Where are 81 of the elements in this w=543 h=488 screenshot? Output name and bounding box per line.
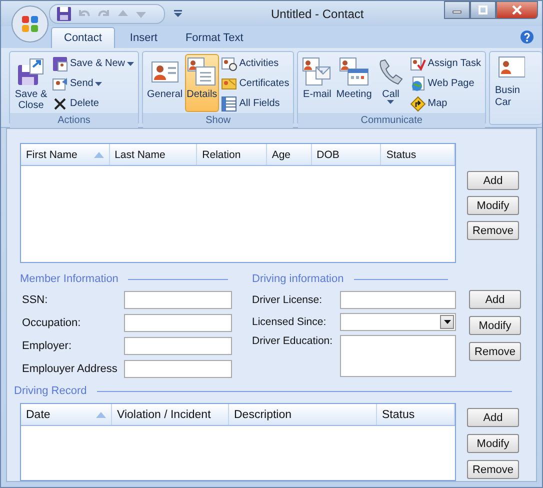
restore-button[interactable] — [470, 1, 496, 19]
close-icon — [512, 5, 522, 15]
form-button[interactable]: Remove — [467, 221, 519, 240]
field-label: Occupation: — [22, 317, 82, 329]
column-header[interactable]: Last Name — [110, 144, 198, 165]
ribbon-button[interactable]: Meeting — [334, 54, 374, 112]
form-button[interactable]: Add — [469, 290, 521, 309]
group-label: Actions — [10, 113, 138, 128]
save-icon — [16, 57, 46, 87]
form-button[interactable]: Remove — [467, 460, 519, 479]
meeting-icon — [338, 57, 369, 87]
ribbon-button[interactable]: Save & Close — [12, 54, 50, 112]
window-title: Untitled - Contact — [271, 7, 364, 21]
column-header[interactable]: Date — [21, 404, 112, 425]
text-field[interactable] — [124, 337, 232, 355]
ribbon-button[interactable]: Busin Car — [490, 52, 542, 110]
column-header[interactable]: DOB — [312, 144, 382, 165]
caret-icon — [95, 82, 102, 86]
field-label: Employer: — [22, 340, 73, 352]
form-button[interactable]: Modify — [467, 196, 519, 215]
delete-icon — [52, 96, 68, 112]
field-label: Licensed Since: — [252, 316, 328, 328]
field-label: Driver License: — [252, 294, 324, 306]
email-icon — [302, 57, 332, 87]
text-field[interactable] — [124, 360, 232, 378]
ribbon-button[interactable]: Map — [408, 94, 483, 113]
send-icon — [52, 76, 68, 92]
ribbon-button[interactable]: E-mail — [300, 54, 334, 112]
column-header[interactable]: Status — [381, 144, 455, 165]
task-icon — [410, 56, 426, 72]
ribbon-button[interactable]: General — [145, 54, 185, 112]
column-header[interactable]: First Name — [21, 144, 110, 165]
text-field[interactable] — [340, 291, 456, 309]
form-button[interactable]: Remove — [469, 342, 521, 361]
ribbon-tab[interactable]: Insert — [116, 27, 170, 48]
caret-icon — [387, 100, 394, 104]
close-button[interactable] — [496, 1, 538, 19]
ribbon-button[interactable]: Delete — [50, 94, 136, 113]
globe-icon — [410, 76, 426, 92]
group-label: Show — [143, 113, 294, 128]
sort-arrow-icon — [94, 152, 104, 158]
text-field[interactable] — [124, 291, 232, 309]
ribbon-button[interactable]: Save & New — [50, 54, 136, 73]
sort-arrow-icon — [96, 412, 106, 418]
column-header[interactable]: Status — [377, 404, 455, 425]
group-label: Communicate — [298, 113, 485, 128]
minimize-button[interactable] — [444, 1, 470, 19]
section-heading: Member Information — [20, 273, 118, 285]
field-label: SSN: — [22, 294, 49, 306]
text-area[interactable] — [340, 335, 456, 377]
ribbon-button[interactable]: Assign Task — [408, 54, 483, 73]
ribbon-button[interactable]: All Fields — [219, 94, 292, 113]
help-icon[interactable] — [520, 30, 534, 44]
ribbon-button[interactable]: Details — [184, 54, 220, 112]
restore-icon — [478, 5, 488, 15]
form-button[interactable]: Modify — [469, 316, 521, 335]
section-heading: Driving Record — [14, 385, 87, 397]
text-field[interactable] — [124, 314, 232, 332]
section-heading: Driving information — [252, 273, 344, 285]
column-header[interactable]: Relation — [197, 144, 267, 165]
column-header[interactable]: Age — [266, 144, 312, 165]
ribbon-button[interactable]: Web Page — [408, 74, 483, 93]
form-button[interactable]: Modify — [467, 434, 519, 453]
ribbon-button[interactable]: Activities — [219, 54, 292, 73]
map-icon — [410, 96, 426, 112]
field-label: Emplouyer Address — [22, 363, 118, 375]
customize-caret-icon[interactable] — [173, 8, 183, 18]
ribbon-button[interactable]: Call — [374, 54, 408, 112]
column-header[interactable]: Violation / Incident — [112, 404, 229, 425]
form-button[interactable]: Add — [467, 171, 519, 190]
field-label: Driver Education: — [252, 335, 334, 347]
ribbon-tab[interactable]: Contact — [51, 27, 115, 48]
column-header[interactable]: Description — [229, 404, 377, 425]
ribbon-tab[interactable]: Format Text — [172, 27, 256, 48]
fields-icon — [221, 96, 238, 112]
dropdown-field[interactable] — [340, 313, 456, 331]
caret-icon — [127, 62, 134, 66]
form-button[interactable]: Add — [467, 408, 519, 427]
ribbon-button[interactable]: Certificates — [219, 74, 292, 93]
save-icon[interactable] — [56, 6, 72, 22]
ribbon-button[interactable]: Send — [50, 74, 136, 93]
